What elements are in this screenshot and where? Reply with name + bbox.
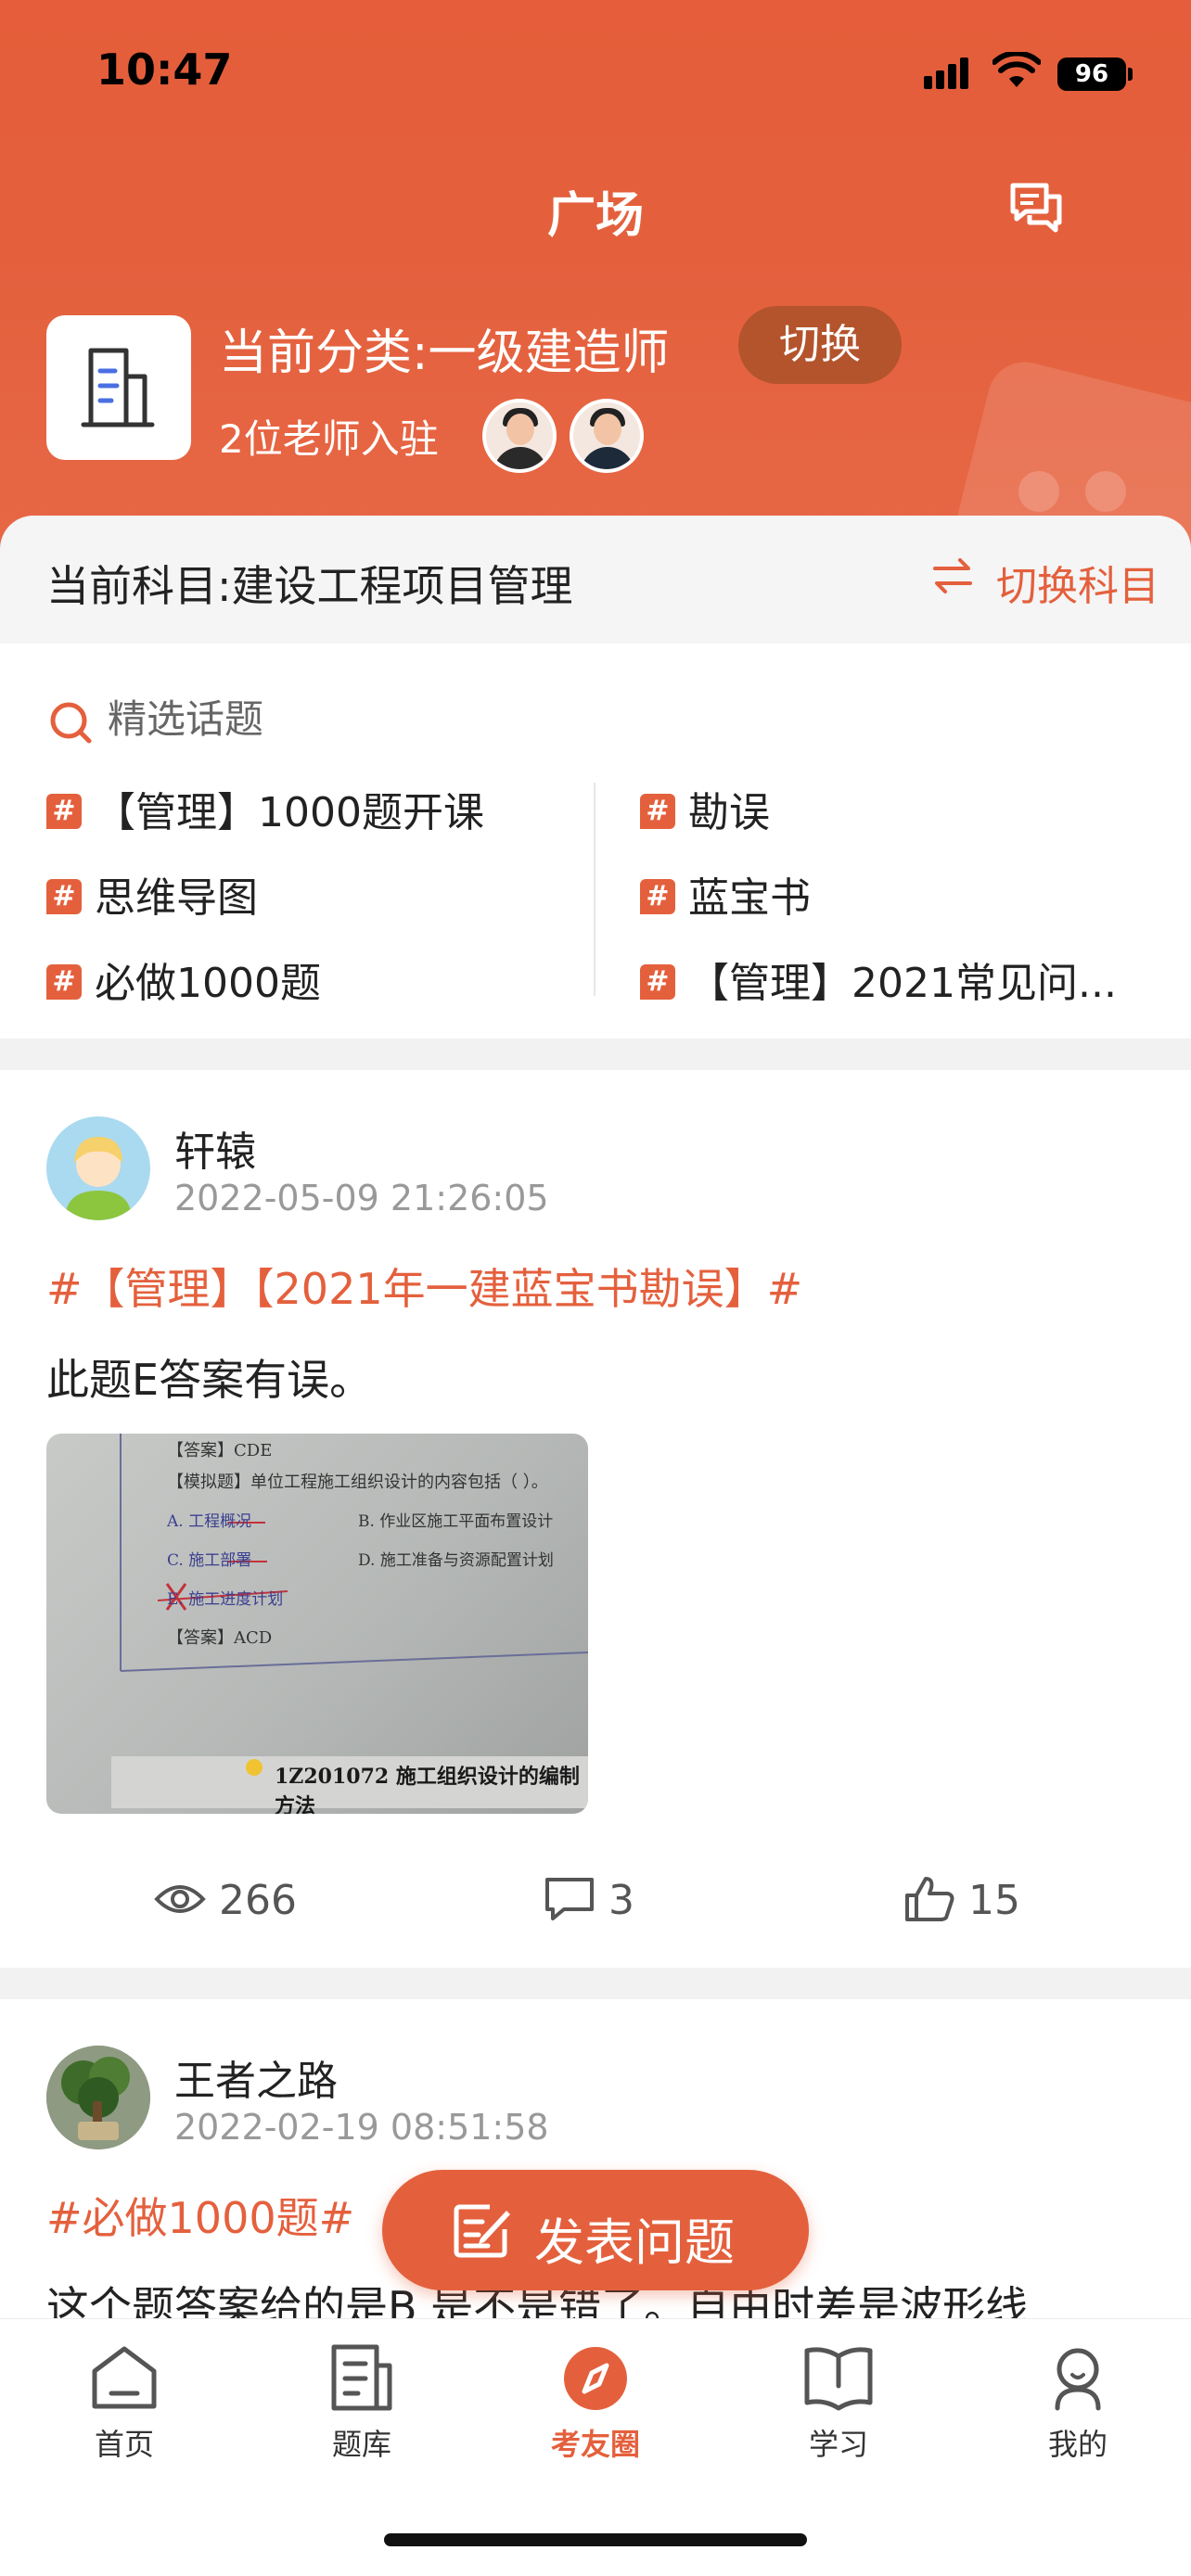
tab-profile[interactable]: 我的	[1004, 2343, 1152, 2464]
teachers-count: 2位老师入驻	[219, 416, 439, 462]
publish-question-label: 发表问题	[534, 2213, 735, 2272]
signal-icon	[924, 57, 972, 89]
topics-divider	[594, 783, 596, 996]
likes-stat[interactable]: 15	[903, 1877, 1020, 1927]
topic-item[interactable]: # 必做1000题	[46, 950, 321, 1009]
home-indicator	[384, 2533, 807, 2546]
publish-question-button[interactable]: 发表问题	[382, 2170, 809, 2290]
status-bar: 10:47 96	[0, 0, 1191, 139]
image-text-line: 【答案】ACD	[167, 1628, 273, 1648]
tab-label: 首页	[94, 2427, 154, 2462]
topics-header: 精选话题	[46, 688, 263, 746]
tab-study[interactable]: 学习	[764, 2343, 913, 2464]
search-topic-icon	[50, 702, 92, 743]
post-card[interactable]: 轩辕 2022-05-09 21:26:05 #【管理】【2021年一建蓝宝书勘…	[0, 1070, 1191, 1968]
hash-icon: #	[46, 964, 82, 1000]
image-text-line: 【答案】CDE	[167, 1441, 273, 1460]
featured-topics: 精选话题 # 【管理】1000题开课 # 思维导图 # 必做1000题 # 勘误 # 蓝宝…	[0, 644, 1191, 1039]
decoration-dot	[1018, 471, 1059, 512]
edit-icon	[454, 2204, 510, 2258]
image-text-line: D. 施工准备与资源配置计划	[358, 1551, 554, 1570]
tab-label: 题库	[331, 2427, 391, 2462]
image-text-line: 1Z201072 施工组织设计的编制方法	[275, 1765, 580, 1814]
topic-item[interactable]: # 思维导图	[46, 864, 258, 924]
topic-item[interactable]: # 勘误	[640, 779, 770, 838]
image-text-line: B. 作业区施工平面布置设计	[358, 1512, 554, 1531]
compass-icon	[564, 2347, 627, 2410]
tab-community[interactable]: 考友圈	[521, 2343, 670, 2464]
image-text-line: E. 施工进度计划	[167, 1590, 284, 1609]
swap-icon[interactable]	[929, 553, 976, 599]
decoration-dot	[1085, 471, 1126, 512]
status-time: 10:47	[96, 45, 233, 95]
tab-home[interactable]: 首页	[50, 2343, 198, 2464]
tab-label: 考友圈	[550, 2427, 640, 2462]
book-icon	[804, 2347, 873, 2411]
profile-icon	[1055, 2348, 1101, 2411]
post-author: 轩辕	[174, 1129, 256, 1176]
hash-icon: #	[640, 964, 675, 1000]
post-time: 2022-05-09 21:26:05	[174, 1178, 549, 1218]
post-author: 王者之路	[174, 2058, 338, 2105]
tab-question-bank[interactable]: 题库	[288, 2343, 436, 2464]
message-icon[interactable]	[1007, 180, 1065, 236]
image-text-line: A. 工程概况	[167, 1512, 252, 1531]
category-card	[46, 315, 191, 460]
comments-stat[interactable]: 3	[544, 1877, 634, 1926]
post-body: 此题E答案有误。	[46, 1355, 373, 1405]
switch-category-button[interactable]: 切换	[738, 306, 902, 384]
battery-tip	[1128, 68, 1133, 81]
post-tag[interactable]: #必做1000题#	[46, 2185, 354, 2246]
post-image[interactable]: 【答案】CDE 【模拟题】单位工程施工组织设计的内容包括（ ）。 A. 工程概况…	[46, 1434, 588, 1814]
post-time: 2022-02-19 08:51:58	[174, 2107, 549, 2148]
hash-icon: #	[640, 794, 675, 829]
post-tag[interactable]: #【管理】【2021年一建蓝宝书勘误】#	[46, 1256, 802, 1317]
user-avatar[interactable]	[46, 1116, 150, 1220]
thumbs-up-icon	[905, 1877, 954, 1921]
views-stat: 266	[154, 1877, 297, 1924]
teacher-avatar[interactable]	[482, 399, 557, 473]
category-title: 当前分类:一级建造师	[219, 325, 670, 381]
topic-item[interactable]: # 【管理】2021常见问...	[640, 950, 1117, 1009]
eye-icon	[154, 1885, 206, 1913]
question-bank-icon	[331, 2344, 392, 2411]
teacher-avatar[interactable]	[570, 399, 644, 473]
battery-icon: 96	[1057, 57, 1126, 91]
tab-label: 学习	[808, 2427, 868, 2462]
wifi-icon	[992, 52, 1041, 87]
image-text-line: 【模拟题】单位工程施工组织设计的内容包括（ ）。	[167, 1473, 548, 1492]
comment-icon	[545, 1878, 594, 1920]
user-avatar[interactable]	[46, 2046, 150, 2149]
hash-icon: #	[46, 879, 82, 914]
topics-header-label: 精选话题	[108, 696, 264, 742]
current-subject: 当前科目:建设工程项目管理	[46, 561, 573, 611]
subject-bar: 当前科目:建设工程项目管理 切换科目	[0, 516, 1191, 644]
switch-subject-button[interactable]: 切换科目	[996, 553, 1159, 612]
topic-item[interactable]: # 蓝宝书	[640, 864, 811, 924]
topic-item[interactable]: # 【管理】1000题开课	[46, 779, 484, 838]
hash-icon: #	[46, 794, 82, 829]
hash-icon: #	[640, 879, 675, 914]
home-icon	[92, 2346, 157, 2409]
building-icon	[81, 348, 155, 427]
image-text-line: C. 施工部署	[167, 1551, 252, 1570]
tab-label: 我的	[1047, 2427, 1108, 2462]
